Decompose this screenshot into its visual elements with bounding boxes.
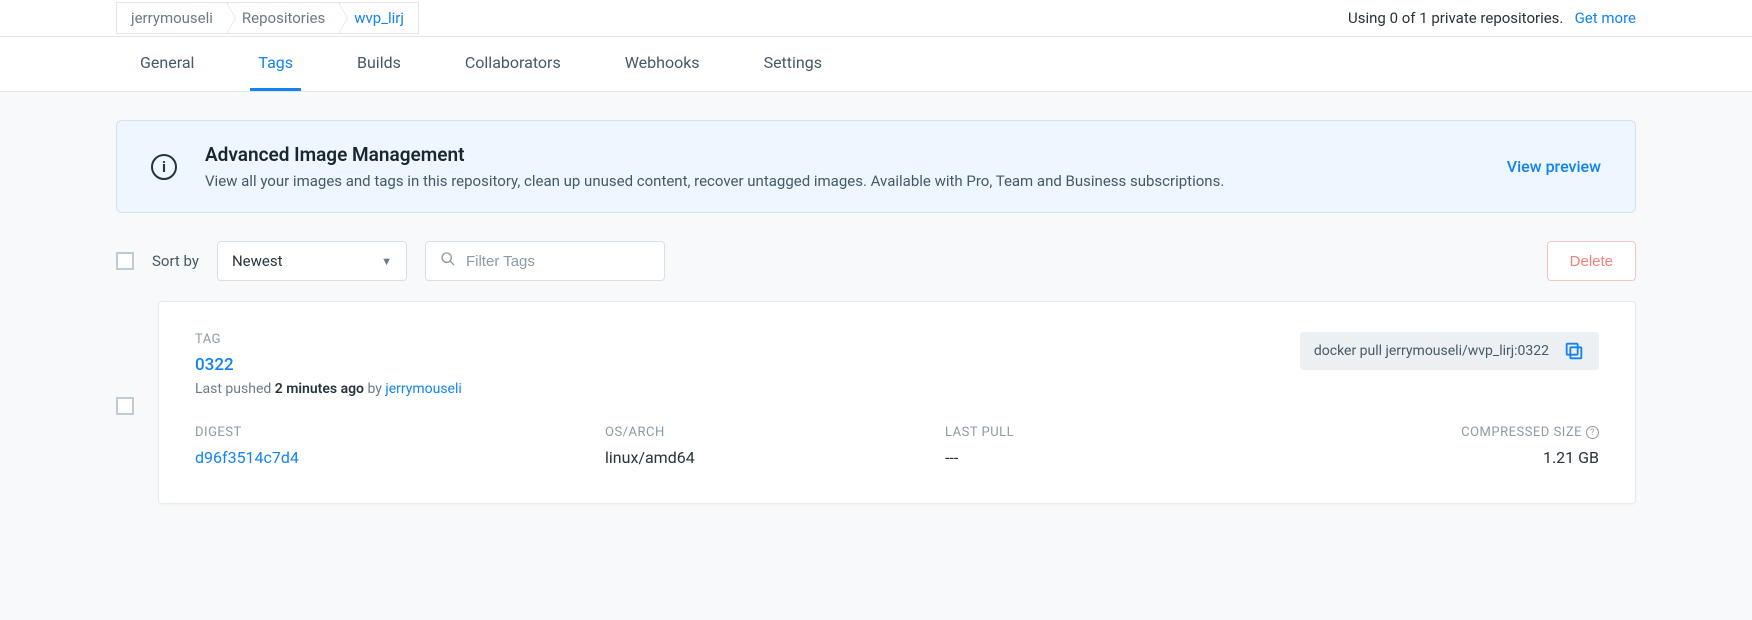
banner-title: Advanced Image Management [205, 143, 1224, 166]
sort-value: Newest [232, 252, 283, 270]
search-icon [440, 251, 456, 271]
osarch-value: linux/amd64 [605, 448, 945, 467]
lastpull-header: LAST PULL [945, 425, 1419, 440]
pull-command-box: docker pull jerrymouseli/wvp_lirj:0322 [1300, 332, 1599, 370]
pushed-time: 2 minutes ago [275, 381, 364, 397]
copy-icon[interactable] [1563, 340, 1585, 362]
get-more-link[interactable]: Get more [1575, 9, 1636, 27]
delete-button[interactable]: Delete [1547, 241, 1636, 281]
sort-select[interactable]: Newest ▼ [217, 241, 407, 281]
select-all-checkbox[interactable] [116, 252, 134, 270]
tab-general[interactable]: General [132, 37, 202, 91]
digest-header: DIGEST [195, 425, 605, 440]
pull-command-text: docker pull jerrymouseli/wvp_lirj:0322 [1314, 343, 1549, 359]
banner-desc: View all your images and tags in this re… [205, 172, 1224, 190]
tab-collaborators[interactable]: Collaborators [457, 37, 569, 91]
last-pushed-text: Last pushed 2 minutes ago by jerrymousel… [195, 381, 462, 397]
quota-usage: Using 0 of 1 private repositories. [1348, 9, 1563, 27]
breadcrumb-repo[interactable]: wvp_lirj [340, 2, 419, 34]
filter-input[interactable] [466, 253, 665, 270]
breadcrumb-repositories[interactable]: Repositories [228, 2, 340, 34]
size-header: COMPRESSED SIZE ? [1419, 425, 1599, 440]
breadcrumb-user[interactable]: jerrymouseli [116, 2, 228, 34]
info-icon: i [151, 154, 177, 180]
osarch-header: OS/ARCH [605, 425, 945, 440]
view-preview-link[interactable]: View preview [1507, 157, 1601, 176]
pushed-prefix: Last pushed [195, 381, 275, 397]
help-icon[interactable]: ? [1586, 426, 1599, 439]
filter-search[interactable] [425, 241, 665, 281]
digest-link[interactable]: d96f3514c7d4 [195, 448, 605, 467]
aim-banner: i Advanced Image Management View all you… [116, 120, 1636, 213]
tag-name-link[interactable]: 0322 [195, 355, 462, 375]
size-header-text: COMPRESSED SIZE [1461, 425, 1582, 440]
row-checkbox[interactable] [116, 397, 134, 415]
breadcrumb: jerrymouseli Repositories wvp_lirj [116, 2, 419, 34]
chevron-down-icon: ▼ [381, 255, 392, 268]
tab-tags[interactable]: Tags [250, 37, 301, 91]
pushed-by-label: by [364, 381, 385, 397]
tab-webhooks[interactable]: Webhooks [617, 37, 708, 91]
tab-builds[interactable]: Builds [349, 37, 409, 91]
lastpull-value: --- [945, 448, 1419, 467]
tag-label: TAG [195, 332, 462, 347]
size-value: 1.21 GB [1419, 448, 1599, 467]
tag-card: TAG 0322 Last pushed 2 minutes ago by je… [158, 301, 1636, 504]
quota-text: Using 0 of 1 private repositories. Get m… [1348, 9, 1636, 27]
pushed-by-user-link[interactable]: jerrymouseli [385, 381, 461, 397]
tab-settings[interactable]: Settings [756, 37, 830, 91]
sortby-label: Sort by [152, 252, 199, 270]
